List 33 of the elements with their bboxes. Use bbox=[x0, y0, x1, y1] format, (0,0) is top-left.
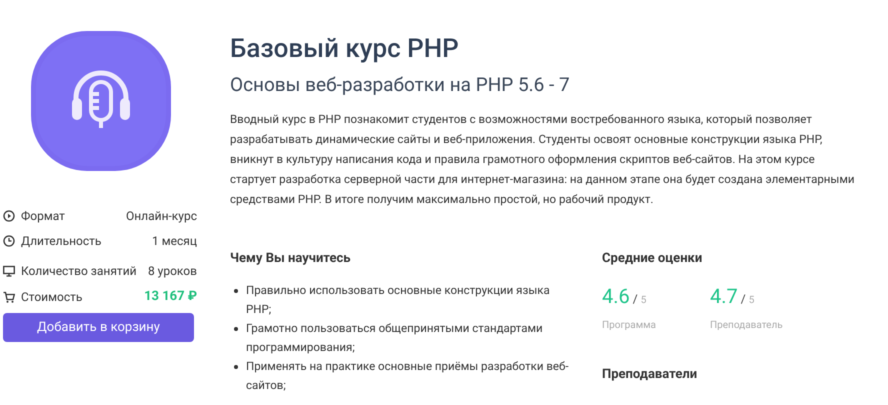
course-title: Базовый курс PHP bbox=[230, 33, 460, 65]
rating-max: 5 bbox=[748, 294, 754, 308]
bullet-icon bbox=[234, 327, 238, 331]
rating-label: Программа bbox=[602, 319, 656, 333]
add-to-cart-button[interactable]: Добавить в корзину bbox=[3, 313, 194, 342]
section-heading: Чему Вы научитесь bbox=[230, 250, 351, 268]
detail-label: Стоимость bbox=[21, 288, 82, 306]
cart-icon bbox=[3, 290, 15, 302]
detail-label: Длительность bbox=[21, 233, 102, 250]
section-heading: Средние оценки bbox=[602, 250, 702, 268]
bullet-icon bbox=[234, 365, 238, 369]
rating-score: 4.7 bbox=[710, 283, 738, 310]
course-subtitle: Основы веб-разработки на PHP 5.6 - 7 bbox=[230, 73, 571, 97]
rating-max: 5 bbox=[640, 294, 646, 308]
learning-point: Грамотно пользоваться общепринятыми стандартами программирования; bbox=[246, 320, 544, 356]
section-heading: Преподаватели bbox=[602, 366, 698, 384]
detail-label: Формат bbox=[21, 208, 65, 224]
detail-value: 13 167 ₽ bbox=[144, 288, 197, 306]
rating-score: 4.6 bbox=[602, 283, 630, 310]
detail-value: 8 уроков bbox=[148, 263, 197, 280]
learning-point: Применять на практике основные приёмы разработки веб-сайтов; bbox=[246, 358, 570, 394]
bullet-icon bbox=[234, 289, 238, 293]
detail-value: 1 месяц bbox=[152, 233, 197, 250]
clock-icon bbox=[3, 235, 15, 247]
course-description: Вводный курс в PHP познакомит студентов с возможностями востребованного языка, который позволяет разрабатывать динамические сайты и веб-приложения. Студенты освоят основные конструкции языка PHP, вникнут в культуру написания кода и правила грамотного оформления скриптов веб-сайтов. На этом курсе стартует разработка серверной части для интернет-магазина: на данном этапе она будет создана элементарными средствами PHP. В итоге получим максимально простой, но рабочий продукт. bbox=[230, 111, 856, 208]
learning-point: Правильно использовать основные конструкции языка PHP; bbox=[246, 282, 551, 318]
detail-label: Количество занятий bbox=[21, 263, 137, 280]
monitor-icon bbox=[3, 265, 15, 277]
rating-label: Преподаватель bbox=[710, 319, 783, 333]
rating-separator: / bbox=[740, 291, 746, 308]
rating-separator: / bbox=[632, 291, 638, 308]
play-icon bbox=[3, 210, 15, 222]
detail-value: Онлайн-курс bbox=[126, 208, 197, 224]
